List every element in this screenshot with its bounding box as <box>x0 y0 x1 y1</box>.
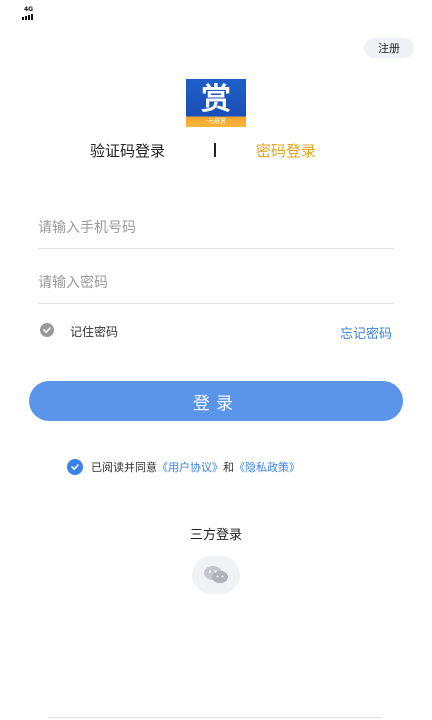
check-icon <box>71 464 79 470</box>
login-button[interactable]: 登录 <box>29 381 403 421</box>
tab-sms-login[interactable]: 验证码登录 <box>90 140 165 161</box>
agreement-and: 和 <box>223 461 234 474</box>
check-icon <box>43 327 51 333</box>
password-input[interactable] <box>38 263 394 303</box>
phone-field <box>38 208 394 249</box>
logo-char: 赏 <box>201 82 231 117</box>
forgot-password-link[interactable]: 忘记密码 <box>340 323 392 342</box>
register-button[interactable]: 注册 <box>364 38 414 58</box>
remember-row: 记住密码 忘记密码 <box>40 322 392 342</box>
tab-password-login[interactable]: 密码登录 <box>256 140 316 161</box>
tab-divider <box>214 143 216 157</box>
logo-subtext: ·元悬赏 <box>206 118 226 125</box>
password-field <box>38 263 394 304</box>
network-type-label: 4G <box>24 6 34 13</box>
login-tabs: 验证码登录 密码登录 <box>0 140 432 162</box>
agreement-checkbox[interactable] <box>67 459 83 475</box>
remember-label: 记住密码 <box>70 325 119 339</box>
agreement-row: 已阅读并同意 《用户协议》 和 《隐私政策》 <box>67 458 300 476</box>
agreement-prefix: 已阅读并同意 <box>91 461 157 474</box>
signal-icon <box>22 14 33 20</box>
wechat-icon <box>204 566 228 584</box>
remember-checkbox[interactable] <box>40 323 54 337</box>
privacy-policy-link[interactable]: 《隐私政策》 <box>234 459 300 475</box>
app-logo: 赏 ·元悬赏 <box>186 79 246 127</box>
user-agreement-link[interactable]: 《用户协议》 <box>157 459 223 475</box>
wechat-login-button[interactable] <box>192 556 240 594</box>
phone-input[interactable] <box>38 208 394 248</box>
third-party-login-title: 三方登录 <box>189 528 242 543</box>
